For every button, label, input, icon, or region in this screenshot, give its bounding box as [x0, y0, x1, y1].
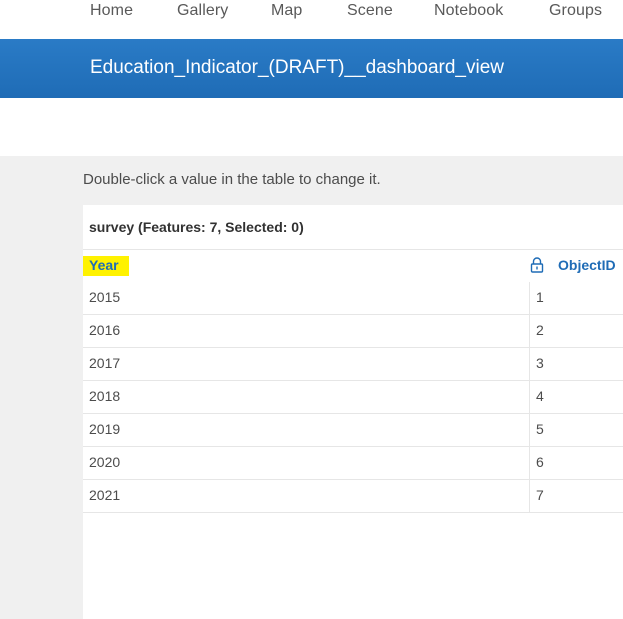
- cell-year[interactable]: 2017: [89, 355, 120, 371]
- cell-year[interactable]: 2015: [89, 289, 120, 305]
- cell-year[interactable]: 2018: [89, 388, 120, 404]
- header-spacer: [0, 98, 623, 156]
- cell-year[interactable]: 2016: [89, 322, 120, 338]
- top-navigation: Home Gallery Map Scene Notebook Groups: [0, 0, 623, 39]
- cell-year[interactable]: 2020: [89, 454, 120, 470]
- column-divider: [529, 282, 530, 315]
- cell-objectid: 7: [536, 487, 544, 503]
- column-header-year[interactable]: Year: [83, 256, 129, 276]
- item-title-bar: Education_Indicator_(DRAFT)__dashboard_v…: [0, 39, 623, 98]
- table-row[interactable]: 2016 2: [83, 315, 623, 348]
- nav-home[interactable]: Home: [90, 2, 133, 20]
- table-row[interactable]: 2020 6: [83, 447, 623, 480]
- attribute-table: survey (Features: 7, Selected: 0) Year O…: [83, 205, 623, 619]
- cell-objectid: 5: [536, 421, 544, 437]
- lock-icon: [530, 257, 544, 273]
- column-divider: [529, 381, 530, 414]
- cell-objectid: 3: [536, 355, 544, 371]
- column-divider: [529, 315, 530, 348]
- edit-hint: Double-click a value in the table to cha…: [83, 171, 381, 188]
- cell-objectid: 4: [536, 388, 544, 404]
- column-header-objectid[interactable]: ObjectID: [558, 257, 616, 273]
- cell-objectid: 6: [536, 454, 544, 470]
- column-divider: [529, 447, 530, 480]
- cell-objectid: 1: [536, 289, 544, 305]
- column-divider: [529, 348, 530, 381]
- table-title-divider: [83, 249, 623, 250]
- nav-groups[interactable]: Groups: [549, 2, 602, 20]
- table-title: survey (Features: 7, Selected: 0): [89, 219, 304, 235]
- cell-objectid: 2: [536, 322, 544, 338]
- page-title: Education_Indicator_(DRAFT)__dashboard_v…: [90, 57, 505, 78]
- nav-map[interactable]: Map: [271, 2, 302, 20]
- cell-year[interactable]: 2019: [89, 421, 120, 437]
- cell-year[interactable]: 2021: [89, 487, 120, 503]
- table-row[interactable]: 2017 3: [83, 348, 623, 381]
- column-header-year-label: Year: [89, 257, 119, 273]
- column-divider: [529, 414, 530, 447]
- nav-scene[interactable]: Scene: [347, 2, 393, 20]
- table-row[interactable]: 2018 4: [83, 381, 623, 414]
- table-row[interactable]: 2015 1: [83, 282, 623, 315]
- nav-gallery[interactable]: Gallery: [177, 2, 228, 20]
- column-divider: [529, 480, 530, 513]
- table-row[interactable]: 2019 5: [83, 414, 623, 447]
- nav-notebook[interactable]: Notebook: [434, 2, 503, 20]
- table-row[interactable]: 2021 7: [83, 480, 623, 513]
